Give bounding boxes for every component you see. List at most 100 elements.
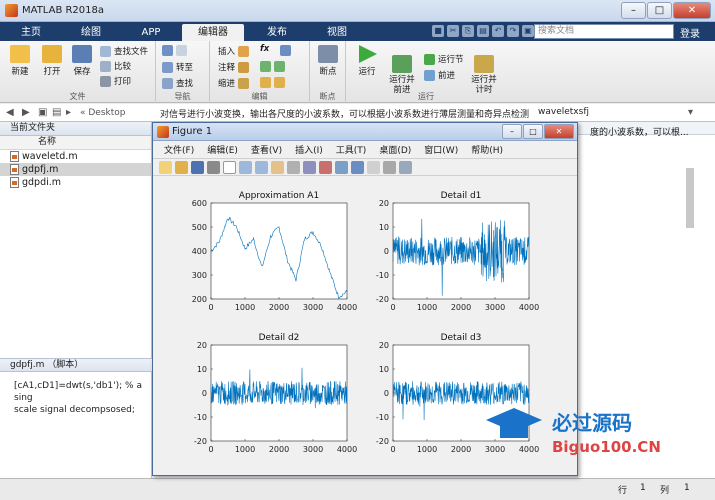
- menu-file[interactable]: 文件(F): [164, 143, 194, 157]
- maximize-button[interactable]: □: [647, 2, 672, 19]
- comment-tools[interactable]: [260, 61, 285, 72]
- breakpoints-icon: [318, 45, 338, 63]
- copy-icon[interactable]: ⎘: [462, 25, 474, 37]
- browse-folder-icon[interactable]: ▤: [52, 107, 61, 118]
- name-column-header[interactable]: 名称: [0, 136, 151, 150]
- save-figure-icon[interactable]: [191, 161, 204, 174]
- format-icon: [280, 45, 291, 56]
- find-button[interactable]: 查找: [162, 77, 193, 89]
- run-button[interactable]: 运行: [352, 45, 382, 77]
- menu-window[interactable]: 窗口(W): [424, 143, 458, 157]
- indent-button[interactable]: 缩进: [218, 77, 250, 89]
- legend-icon[interactable]: [367, 161, 380, 174]
- tab-home[interactable]: 主页: [6, 24, 56, 41]
- edit-tools-icons[interactable]: [280, 45, 291, 56]
- print-figure-icon[interactable]: [207, 161, 220, 174]
- run-advance-button[interactable]: 运行并 前进: [386, 45, 418, 95]
- pan-icon[interactable]: [271, 161, 284, 174]
- figure-title: Figure 1: [172, 126, 213, 137]
- close-button[interactable]: ✕: [673, 2, 711, 19]
- path-subfolder[interactable]: waveletxsfj: [538, 107, 589, 117]
- switch-windows-icon[interactable]: ▣: [522, 25, 534, 37]
- find-files-button[interactable]: 查找文件: [100, 45, 148, 57]
- menu-insert[interactable]: 插入(I): [295, 143, 323, 157]
- y-tick-label: 10: [379, 223, 389, 232]
- file-item[interactable]: gdpfj.m: [0, 163, 151, 176]
- up-folder-icon[interactable]: ▣: [38, 107, 47, 118]
- print-button[interactable]: 打印: [100, 75, 131, 87]
- y-tick-label: 600: [192, 199, 207, 208]
- menu-edit[interactable]: 编辑(E): [207, 143, 238, 157]
- indent-tools[interactable]: [260, 77, 285, 88]
- colorbar-icon[interactable]: [351, 161, 364, 174]
- advance-button[interactable]: 前进: [424, 69, 455, 81]
- show-tools-icon[interactable]: [399, 161, 412, 174]
- indent-icon: [238, 77, 250, 89]
- pointer-icon[interactable]: [223, 161, 236, 174]
- find-files-icon: [100, 45, 111, 57]
- run-time-button[interactable]: 运行并 计时: [468, 45, 500, 95]
- file-item[interactable]: waveletd.m: [0, 150, 151, 163]
- breakpoints-button[interactable]: 断点: [314, 45, 342, 77]
- compare-button[interactable]: 比较: [100, 60, 131, 72]
- comment-button[interactable]: 注释: [218, 61, 250, 73]
- new-icon: [10, 45, 30, 63]
- x-tick-label: 0: [208, 303, 213, 312]
- back-icon[interactable]: ◀: [6, 107, 14, 118]
- login-link[interactable]: 登录: [680, 25, 700, 40]
- figure-minimize-button[interactable]: –: [502, 124, 522, 139]
- run-section-button[interactable]: 运行节: [424, 53, 464, 65]
- menu-help[interactable]: 帮助(H): [471, 143, 503, 157]
- forward-arrow-icon: [176, 45, 187, 56]
- rotate-icon[interactable]: [287, 161, 300, 174]
- zoom-out-icon[interactable]: [255, 161, 268, 174]
- comment-add-icon: [260, 61, 271, 72]
- tab-plots[interactable]: 绘图: [66, 24, 116, 41]
- figure-close-button[interactable]: ✕: [544, 124, 574, 139]
- undo-icon[interactable]: ↶: [492, 25, 504, 37]
- file-group-label: 文件: [69, 92, 86, 101]
- link-plot-icon[interactable]: [335, 161, 348, 174]
- hide-tools-icon[interactable]: [383, 161, 396, 174]
- data-cursor-icon[interactable]: [303, 161, 316, 174]
- tab-apps[interactable]: APP: [126, 24, 176, 41]
- print-icon: [100, 75, 111, 87]
- goto-button[interactable]: 转至: [162, 61, 193, 73]
- address-dropdown-icon[interactable]: ▸: [66, 107, 71, 118]
- search-input[interactable]: 搜索文档: [534, 24, 674, 39]
- tab-publish[interactable]: 发布: [252, 24, 302, 41]
- y-tick-label: -20: [376, 295, 389, 304]
- cut-icon[interactable]: ✂: [447, 25, 459, 37]
- compare-icon: [100, 60, 111, 72]
- path-dropdown-icon[interactable]: ▾: [688, 107, 693, 118]
- new-figure-icon[interactable]: [159, 161, 172, 174]
- tab-view[interactable]: 视图: [312, 24, 362, 41]
- tab-editor[interactable]: 编辑器: [182, 24, 244, 41]
- insert-button[interactable]: 插入: [218, 45, 250, 57]
- file-item[interactable]: gdpdi.m: [0, 176, 151, 189]
- menu-view[interactable]: 查看(V): [251, 143, 282, 157]
- back-forward-buttons[interactable]: [162, 45, 187, 56]
- forward-icon[interactable]: ▶: [22, 107, 30, 118]
- save-quick-icon[interactable]: ■: [432, 25, 444, 37]
- figure-maximize-button[interactable]: □: [523, 124, 543, 139]
- save-button[interactable]: 保存: [68, 45, 96, 77]
- zoom-in-icon[interactable]: [239, 161, 252, 174]
- menu-desktop[interactable]: 桌面(D): [379, 143, 411, 157]
- scrollbar[interactable]: [686, 168, 694, 228]
- minimize-button[interactable]: –: [621, 2, 646, 19]
- x-tick-label: 1000: [235, 303, 255, 312]
- path-folder[interactable]: 对信号进行小波变换，输出各尺度的小波系数，可以根据小波系数进行薄层测量和奇异点检…: [160, 107, 529, 120]
- save-icon: [72, 45, 92, 63]
- menu-tools[interactable]: 工具(T): [336, 143, 367, 157]
- open-button[interactable]: 打开: [38, 45, 66, 77]
- paste-icon[interactable]: ▤: [477, 25, 489, 37]
- brush-icon[interactable]: [319, 161, 332, 174]
- y-tick-label: 0: [384, 389, 389, 398]
- new-button[interactable]: 新建: [6, 45, 34, 77]
- path-prefix[interactable]: « Desktop: [80, 108, 125, 118]
- fx-button[interactable]: fx: [260, 44, 269, 54]
- decrease-indent-icon: [274, 77, 285, 88]
- open-file-icon[interactable]: [175, 161, 188, 174]
- redo-icon[interactable]: ↷: [507, 25, 519, 37]
